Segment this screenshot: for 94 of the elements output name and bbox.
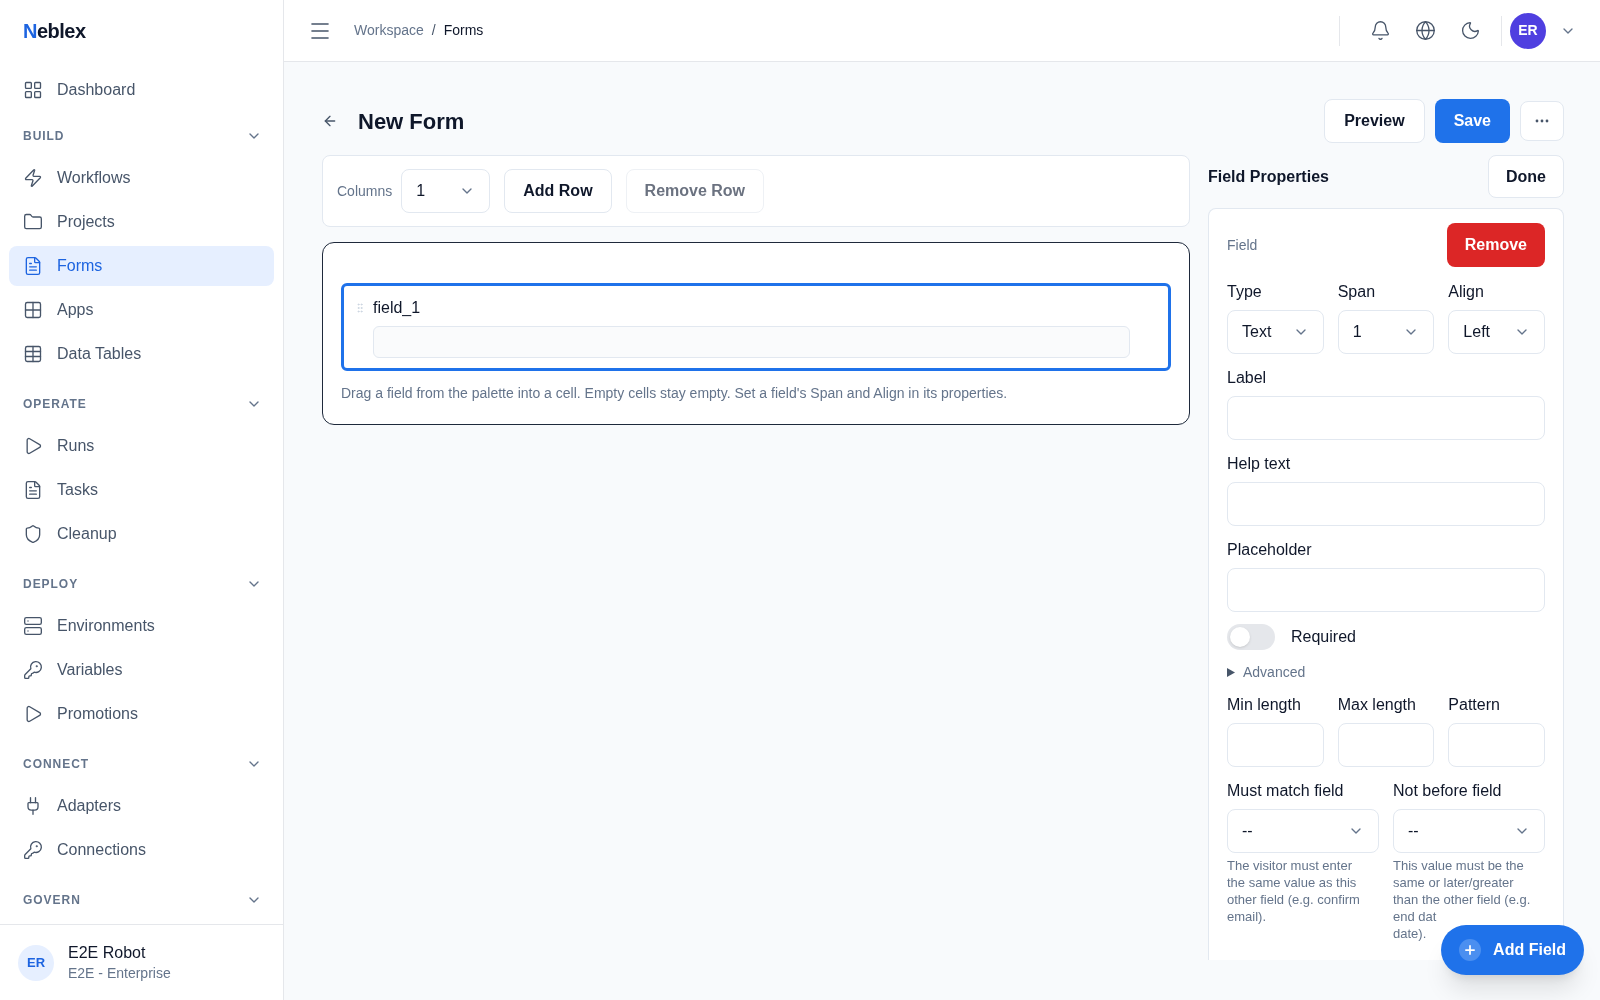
section-heading: DEPLOY [23, 576, 79, 593]
sidebar-item[interactable]: Projects [9, 202, 274, 242]
sidebar-item[interactable]: Promotions [9, 694, 274, 734]
user-organization: E2E - Enterprise [68, 963, 171, 983]
field-name: field_1 [373, 298, 421, 318]
key-icon [23, 840, 43, 860]
sidebar-item[interactable]: Runs [9, 426, 274, 466]
help-text: date). [1393, 925, 1427, 942]
sidebar-item[interactable]: Forms [9, 246, 274, 286]
breadcrumb-separator: / [431, 21, 436, 40]
section-heading: GOVERN [23, 892, 81, 909]
help-text: This value must be the [1393, 857, 1524, 874]
text-input-field[interactable] [1227, 482, 1545, 526]
sidebar-item[interactable]: Connections [9, 830, 274, 870]
text-input-field[interactable] [1227, 396, 1545, 440]
notification-bell-icon[interactable] [1370, 20, 1391, 41]
moon-icon[interactable] [1460, 20, 1481, 41]
sidebar-item[interactable]: Variables [9, 650, 274, 690]
preview-button[interactable]: Preview [1324, 99, 1425, 143]
server-icon [23, 616, 43, 636]
table-icon [23, 344, 43, 364]
sidebar-item[interactable]: Dashboard [9, 70, 274, 110]
key-icon [23, 660, 43, 680]
dropdown-select[interactable]: 1 [1337, 310, 1435, 354]
field-label: Type [1227, 282, 1263, 302]
document-icon [23, 480, 43, 500]
back-arrow-icon[interactable] [322, 113, 338, 129]
user-name: E2E Robot [68, 942, 147, 963]
sidebar-item[interactable]: Workflows [9, 158, 274, 198]
form-field-cell[interactable]: field_1 [341, 283, 1171, 371]
shield-icon [23, 524, 43, 544]
field-label: Not before field [1393, 781, 1503, 801]
canvas-hint: Drag a field from the palette into a cell. Empty cells stay empty. Set a field's Span and Align in its properties. [341, 384, 1009, 403]
text-input-field[interactable] [1337, 723, 1435, 767]
done-button[interactable]: Done [1488, 155, 1564, 198]
sidebar-item[interactable]: Cleanup [9, 514, 274, 554]
sidebar-item[interactable]: Adapters [9, 786, 274, 826]
sidebar-item[interactable]: Apps [9, 290, 274, 330]
toggle-label: Required [1291, 627, 1356, 647]
section-heading: BUILD [23, 128, 65, 145]
plus-icon [1459, 939, 1482, 961]
add-row-button[interactable]: Add Row [504, 169, 612, 213]
help-text: the same value as this [1227, 874, 1357, 891]
text-input-field[interactable] [1227, 568, 1545, 612]
help-text: The visitor must enter [1227, 857, 1352, 874]
grid-icon [23, 300, 43, 320]
section-heading: CONNECT [23, 756, 90, 773]
field-label: Align [1448, 282, 1485, 302]
sidebar-item[interactable]: Tasks [9, 470, 274, 510]
dropdown-select[interactable]: Left [1448, 310, 1545, 354]
lightning-icon [23, 168, 43, 188]
text-input-field[interactable] [1448, 723, 1545, 767]
field-label: Placeholder [1227, 540, 1313, 560]
field-label: Help text [1227, 454, 1292, 474]
field-label: Must match field [1227, 781, 1345, 801]
dropdown-select[interactable]: -- [1227, 809, 1379, 853]
user-avatar: ER [18, 944, 54, 981]
breadcrumb-item: Forms [443, 21, 484, 40]
help-text: same or later/greater [1393, 874, 1514, 891]
columns-label: Columns [337, 181, 393, 201]
brand-logo: Neblex [23, 19, 86, 44]
field-label: Max length [1337, 695, 1417, 715]
drag-handle-icon[interactable] [354, 302, 366, 314]
field-label: Span [1337, 282, 1377, 302]
help-text: email). [1227, 908, 1266, 925]
section-heading: OPERATE [23, 396, 87, 413]
user-avatar[interactable]: ER [1510, 12, 1546, 49]
field-label: Min length [1227, 695, 1302, 715]
dropdown-select[interactable]: -- [1393, 809, 1545, 853]
required-toggle[interactable] [1227, 624, 1275, 650]
help-text: end dat [1393, 908, 1437, 925]
dropdown-select[interactable]: Text [1227, 310, 1324, 354]
help-text: other field (e.g. confirm [1227, 891, 1360, 908]
columns-select[interactable]: 1 [401, 169, 491, 213]
folder-icon [23, 212, 43, 232]
save-button[interactable]: Save [1434, 99, 1510, 143]
page-title: New Form [358, 107, 465, 136]
field-label: Label [1227, 368, 1268, 388]
document-icon [23, 256, 43, 276]
remove-button[interactable]: Remove [1446, 223, 1545, 267]
field-label: Pattern [1448, 695, 1501, 715]
sidebar-item[interactable]: Data Tables [9, 334, 274, 374]
globe-icon[interactable] [1415, 20, 1436, 41]
add-field-button[interactable]: Add Field [1441, 925, 1584, 975]
text-input-field[interactable] [1227, 723, 1324, 767]
section-label: Field [1227, 235, 1258, 255]
breadcrumb-item[interactable]: Workspace [354, 20, 424, 41]
panel-title: Field Properties [1208, 166, 1329, 187]
advanced-disclosure[interactable]: Advanced [1227, 662, 1545, 683]
more-icon [1535, 119, 1549, 123]
help-text: than the other field (e.g. [1393, 891, 1531, 908]
dashboard-grid-icon [23, 80, 43, 100]
sidebar-item[interactable]: Environments [9, 606, 274, 646]
disclosure-triangle-icon [1227, 668, 1235, 677]
